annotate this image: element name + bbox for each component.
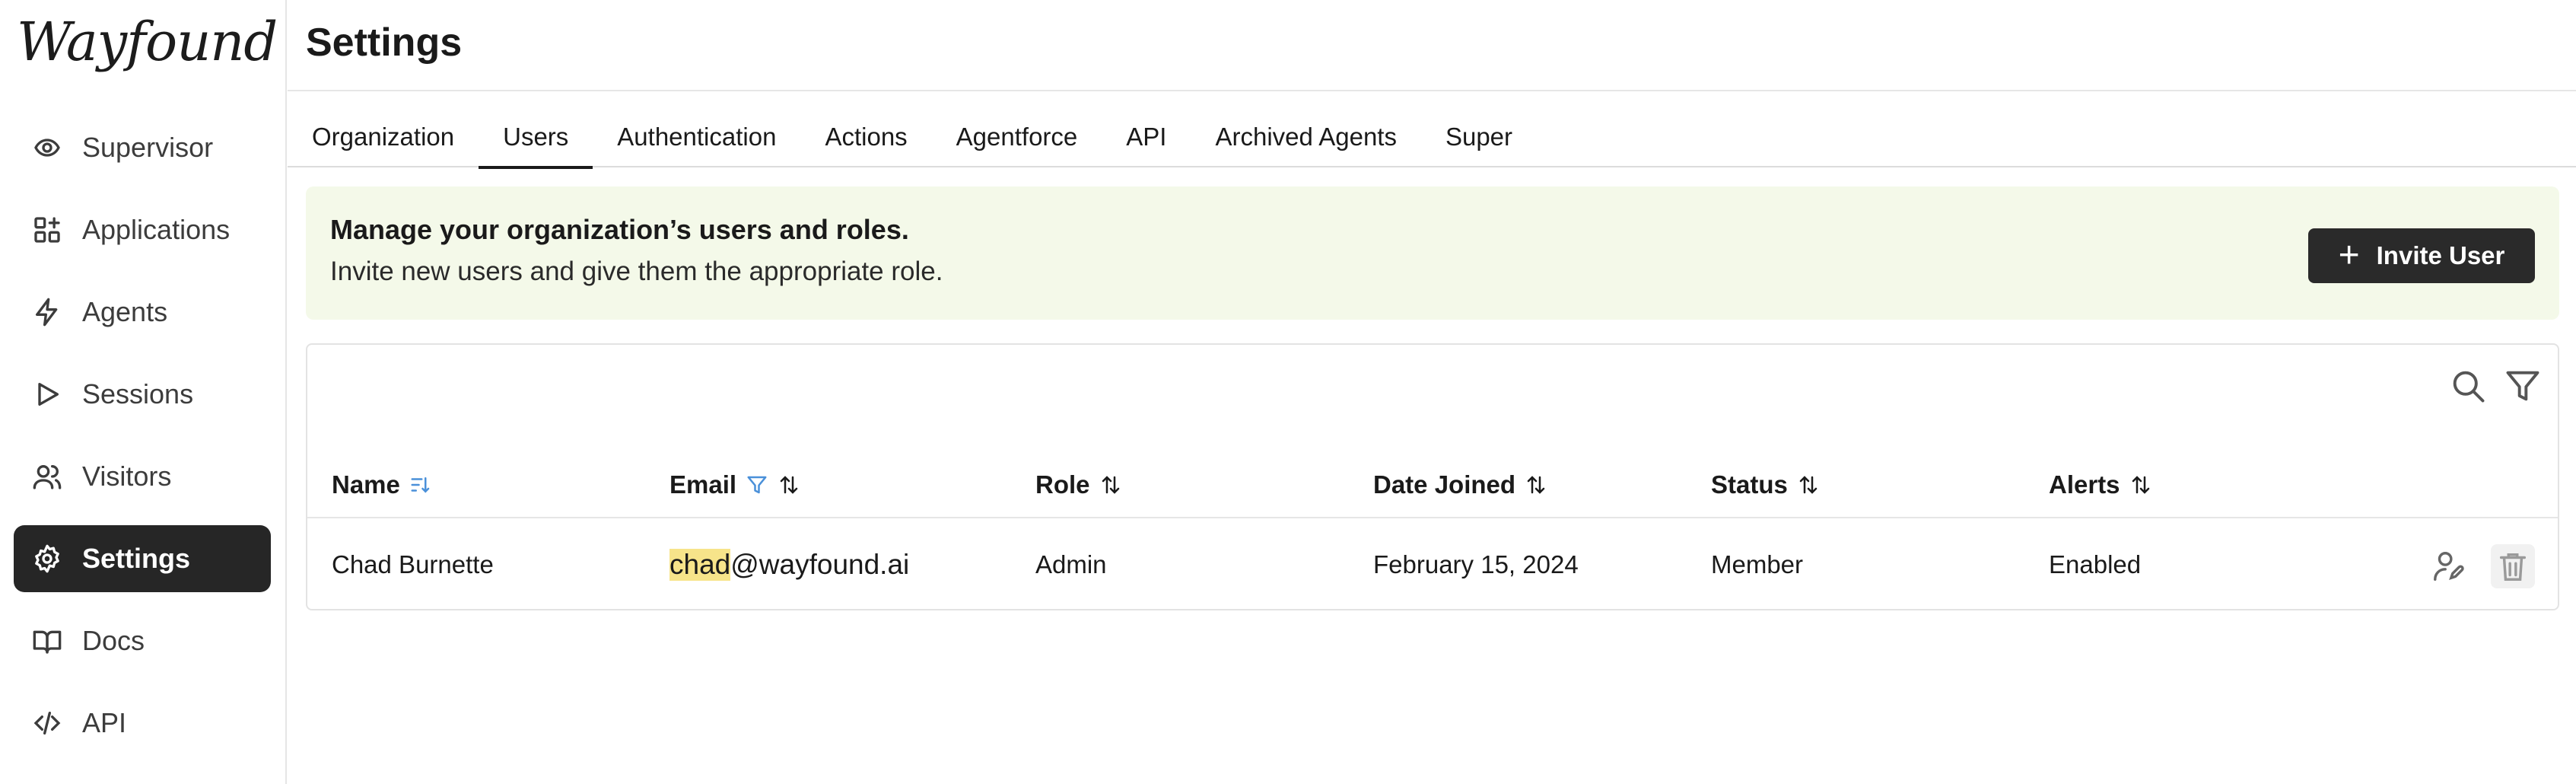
invite-user-button[interactable]: + Invite User xyxy=(2308,228,2535,283)
sidebar-item-api[interactable]: API xyxy=(14,690,271,757)
grid-plus-icon xyxy=(30,213,64,247)
page-header: Settings xyxy=(288,0,2576,91)
column-header-alerts[interactable]: Alerts xyxy=(2049,451,2152,518)
sidebar-item-label: Applications xyxy=(82,214,231,245)
banner-subtitle: Invite new users and give them the appro… xyxy=(330,257,943,286)
cell-role: Admin xyxy=(1035,550,1107,578)
sidebar: Wayfound Supervisor Applications Agents xyxy=(0,0,287,784)
sidebar-item-applications[interactable]: Applications xyxy=(14,196,271,263)
sidebar-item-label: Docs xyxy=(82,625,145,656)
book-icon xyxy=(30,624,64,658)
sidebar-item-label: Visitors xyxy=(82,461,172,492)
sort-icon[interactable] xyxy=(1797,473,1820,496)
active-filter-icon[interactable] xyxy=(746,473,768,496)
sort-icon[interactable] xyxy=(1525,473,1547,496)
tab-agentforce[interactable]: Agentforce xyxy=(932,91,1102,167)
tab-actions[interactable]: Actions xyxy=(800,91,931,167)
column-header-role[interactable]: Role xyxy=(1035,451,1122,518)
wayfound-logo[interactable]: Wayfound xyxy=(17,8,278,76)
tab-authentication[interactable]: Authentication xyxy=(593,91,800,167)
tab-super[interactable]: Super xyxy=(1421,91,1537,167)
code-icon xyxy=(30,706,64,740)
users-table-card: Name Email Role Date Joined Status Alert… xyxy=(306,343,2559,610)
eye-target-icon xyxy=(30,131,64,164)
settings-tabs: Organization Users Authentication Action… xyxy=(288,91,2576,169)
sidebar-item-label: Sessions xyxy=(82,378,194,410)
sidebar-item-supervisor[interactable]: Supervisor xyxy=(14,114,271,181)
invite-user-label: Invite User xyxy=(2376,241,2505,269)
sidebar-item-label: Supervisor xyxy=(82,132,214,163)
trash-icon[interactable] xyxy=(2491,544,2535,588)
table-row[interactable]: Chad Burnette chad @wayfound.ai Admin Feb… xyxy=(307,520,2558,610)
cell-name: Chad Burnette xyxy=(332,550,494,578)
sidebar-item-docs[interactable]: Docs xyxy=(14,607,271,674)
page-title: Settings xyxy=(306,21,463,65)
sidebar-item-label: Settings xyxy=(82,543,191,574)
tab-users[interactable]: Users xyxy=(479,91,593,169)
column-header-email[interactable]: Email xyxy=(669,451,800,518)
sort-icon[interactable] xyxy=(2129,473,2152,496)
sidebar-item-visitors[interactable]: Visitors xyxy=(14,443,271,510)
sidebar-nav: Supervisor Applications Agents Sessions xyxy=(14,114,271,772)
tab-archived-agents[interactable]: Archived Agents xyxy=(1191,91,1420,167)
play-icon xyxy=(30,378,64,411)
banner-title: Manage your organization’s users and rol… xyxy=(330,214,909,245)
users-icon xyxy=(30,460,64,493)
sort-icon[interactable] xyxy=(1099,473,1122,496)
edit-user-role-icon[interactable] xyxy=(2426,544,2470,588)
cell-email: chad @wayfound.ai xyxy=(669,549,910,581)
gear-icon xyxy=(30,542,64,575)
lightning-icon xyxy=(30,295,64,329)
sidebar-item-agents[interactable]: Agents xyxy=(14,279,271,346)
tab-organization[interactable]: Organization xyxy=(312,91,479,167)
plus-icon: + xyxy=(2338,235,2360,276)
search-icon[interactable] xyxy=(2448,366,2488,406)
app-root: Wayfound Supervisor Applications Agents xyxy=(0,0,2576,784)
sidebar-item-label: API xyxy=(82,707,127,738)
cell-status: Member xyxy=(1711,550,1804,578)
tab-api[interactable]: API xyxy=(1102,91,1191,167)
sidebar-item-label: Agents xyxy=(82,296,168,327)
sorted-desc-icon[interactable] xyxy=(409,473,432,496)
column-header-status[interactable]: Status xyxy=(1711,451,1820,518)
filter-icon[interactable] xyxy=(2503,366,2543,406)
sidebar-item-sessions[interactable]: Sessions xyxy=(14,361,271,428)
users-info-banner: Manage your organization’s users and rol… xyxy=(306,186,2559,320)
sort-icon[interactable] xyxy=(778,473,800,496)
table-header: Name Email Role Date Joined Status Alert… xyxy=(307,451,2558,518)
search-match-highlight: chad xyxy=(669,549,731,581)
cell-alerts: Enabled xyxy=(2049,550,2142,578)
column-header-date-joined[interactable]: Date Joined xyxy=(1373,451,1547,518)
cell-date-joined: February 15, 2024 xyxy=(1373,550,1579,578)
column-header-name[interactable]: Name xyxy=(332,451,432,518)
sidebar-item-settings[interactable]: Settings xyxy=(14,525,271,592)
